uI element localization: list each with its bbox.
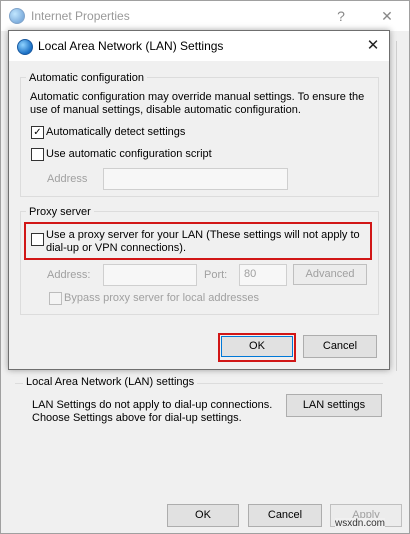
internet-options-globe-icon xyxy=(9,8,25,24)
outer-title-bar: Internet Properties ? ✕ xyxy=(1,1,409,31)
lan-settings-button[interactable]: LAN settings xyxy=(286,394,382,417)
proxy-port-value: 80 xyxy=(244,268,257,280)
lan-settings-dialog: Local Area Network (LAN) Settings ✕ Auto… xyxy=(8,30,390,370)
auto-detect-label[interactable]: Automatically detect settings xyxy=(46,126,185,138)
dialog-close-button[interactable]: ✕ xyxy=(359,35,387,57)
advanced-button[interactable]: Advanced xyxy=(293,264,367,285)
auto-script-label[interactable]: Use automatic configuration script xyxy=(46,148,212,160)
auto-script-address-label: Address xyxy=(47,173,88,185)
watermark: wsxdn.com xyxy=(335,518,386,529)
bypass-local-label[interactable]: Bypass proxy server for local addresses xyxy=(64,292,259,304)
help-button[interactable]: ? xyxy=(327,5,355,27)
auto-config-description-line2: use of manual settings, disable automati… xyxy=(30,104,301,116)
use-proxy-label-line1[interactable]: Use a proxy server for your LAN (These s… xyxy=(46,229,360,241)
use-proxy-checkbox[interactable] xyxy=(31,233,44,246)
dialog-title-bar: Local Area Network (LAN) Settings ✕ xyxy=(9,31,389,61)
proxy-address-input[interactable] xyxy=(103,264,197,286)
internet-options-globe-icon xyxy=(17,39,33,55)
lan-description-line2: Choose Settings above for dial-up settin… xyxy=(32,412,242,424)
outer-ok-button[interactable]: OK xyxy=(167,504,239,527)
bypass-local-checkbox[interactable] xyxy=(49,292,62,305)
outer-window-title: Internet Properties xyxy=(31,9,130,23)
auto-script-checkbox[interactable] xyxy=(31,148,44,161)
use-proxy-highlight xyxy=(24,222,372,260)
proxy-address-label: Address: xyxy=(47,269,91,281)
checkmark-icon: ✓ xyxy=(33,127,42,138)
dialog-title: Local Area Network (LAN) Settings xyxy=(38,39,224,53)
dialog-ok-button[interactable]: OK xyxy=(221,336,293,357)
proxy-port-input[interactable]: 80 xyxy=(239,264,287,286)
tab-panel-edge xyxy=(396,41,409,371)
auto-detect-checkbox[interactable]: ✓ xyxy=(31,126,44,139)
proxy-server-legend: Proxy server xyxy=(26,206,94,218)
dialog-cancel-button[interactable]: Cancel xyxy=(303,335,377,358)
lan-section-heading: Local Area Network (LAN) settings xyxy=(23,376,198,388)
auto-script-address-input[interactable] xyxy=(103,168,288,190)
lan-description-line1: LAN Settings do not apply to dial-up con… xyxy=(32,399,273,411)
outer-cancel-button[interactable]: Cancel xyxy=(248,504,322,527)
auto-config-legend: Automatic configuration xyxy=(26,72,147,84)
use-proxy-label-line2[interactable]: dial-up or VPN connections). xyxy=(46,242,186,254)
proxy-port-label: Port: xyxy=(204,269,228,281)
auto-config-description-line1: Automatic configuration may override man… xyxy=(30,91,365,103)
outer-close-button[interactable]: ✕ xyxy=(373,5,401,27)
